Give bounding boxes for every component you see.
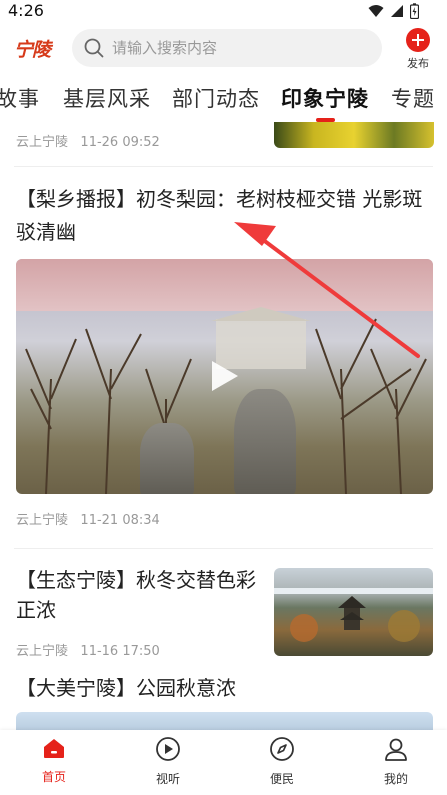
plus-icon [406, 28, 430, 52]
wifi-icon [368, 5, 384, 17]
article-source: 云上宁陵 [16, 644, 69, 659]
nav-services[interactable]: 便民 [252, 736, 312, 787]
video-thumbnail[interactable] [16, 259, 433, 494]
bottom-nav: 首页 视听 便民 我的 [0, 730, 447, 795]
pavilion-scene [274, 588, 433, 642]
category-tabs: 故事 基层风采 部门动态 印象宁陵 专题 [0, 80, 447, 122]
play-icon[interactable] [212, 361, 238, 391]
tab-impression[interactable]: 印象宁陵 [281, 83, 369, 113]
article-time: 11-21 08:34 [80, 513, 160, 528]
stone-monument [140, 423, 194, 494]
article-meta: 云上宁陵 11-26 09:52 [16, 131, 160, 150]
article-source: 云上宁陵 [16, 135, 69, 150]
tab-stories[interactable]: 故事 [0, 83, 40, 113]
nav-home[interactable]: 首页 [24, 736, 84, 785]
article-title[interactable]: 【梨乡播报】初冬梨园：老树枝桠交错 光影斑驳清幽 [16, 183, 434, 249]
search-icon [84, 38, 104, 58]
nav-label: 首页 [41, 770, 66, 784]
status-bar: 4:26 [0, 0, 447, 22]
divider [14, 548, 433, 549]
article-meta: 云上宁陵 11-16 17:50 [16, 640, 160, 659]
article-source: 云上宁陵 [16, 513, 69, 528]
tab-grassroots[interactable]: 基层风采 [63, 83, 151, 113]
nav-label: 我的 [383, 772, 408, 786]
signal-icon [391, 5, 403, 17]
nav-label: 便民 [269, 772, 294, 786]
nav-label: 视听 [155, 772, 180, 786]
stone-monument [234, 389, 296, 494]
app-logo[interactable]: 宁陵 [14, 35, 51, 62]
compass-icon [270, 737, 294, 761]
article-title[interactable]: 【大美宁陵】公园秋意浓 [16, 672, 236, 701]
article-time: 11-16 17:50 [80, 644, 160, 659]
status-icons [368, 3, 419, 19]
search-input[interactable] [112, 39, 362, 57]
nav-mine[interactable]: 我的 [366, 736, 426, 787]
status-time: 4:26 [8, 1, 44, 20]
user-icon [385, 738, 407, 761]
tab-departments[interactable]: 部门动态 [172, 83, 260, 113]
article-thumbnail[interactable] [274, 568, 433, 656]
play-circle-icon [156, 737, 180, 761]
article-thumbnail[interactable] [16, 712, 433, 730]
article-meta: 云上宁陵 11-21 08:34 [16, 509, 160, 528]
divider [14, 166, 433, 167]
nav-media[interactable]: 视听 [138, 736, 198, 787]
article-title[interactable]: 【生态宁陵】秋冬交替色彩正浓 [16, 565, 256, 625]
article-thumbnail[interactable] [274, 122, 434, 148]
tab-topics[interactable]: 专题 [391, 83, 435, 113]
home-icon [44, 739, 64, 758]
publish-button[interactable]: 发布 [400, 28, 436, 72]
battery-icon [410, 3, 419, 19]
article-time: 11-26 09:52 [80, 135, 160, 150]
publish-label: 发布 [407, 57, 429, 70]
search-bar[interactable] [72, 29, 382, 67]
header: 宁陵 发布 [0, 26, 447, 72]
